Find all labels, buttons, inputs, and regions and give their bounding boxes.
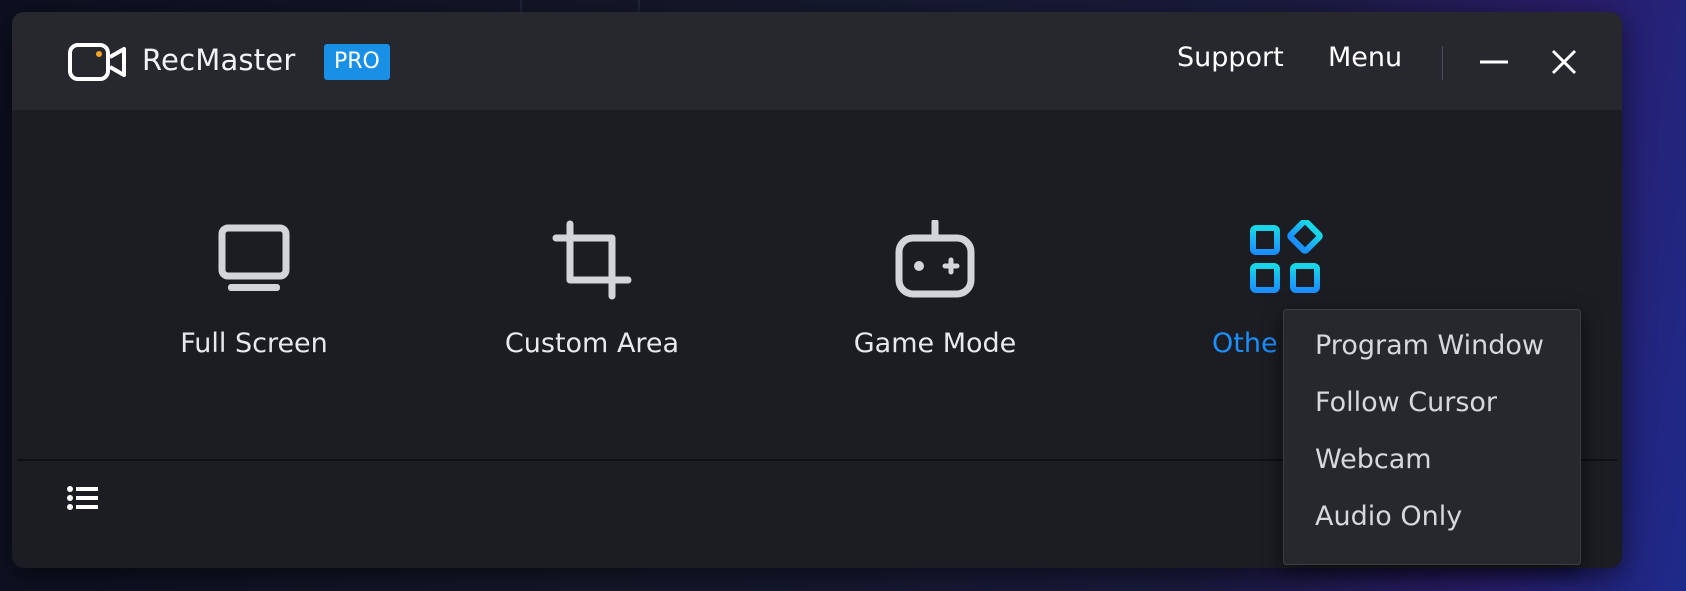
mode-label: Custom Area	[504, 328, 680, 359]
dropdown-item-follow-cursor[interactable]: Follow Cursor	[1284, 377, 1580, 434]
apps-grid-icon	[1250, 220, 1323, 293]
recording-list-button[interactable]	[66, 482, 100, 514]
app-title: RecMaster	[142, 43, 296, 77]
mode-full-screen[interactable]: Full Screen	[64, 110, 444, 470]
minimize-icon	[1480, 60, 1508, 64]
titlebar-divider	[1442, 46, 1443, 80]
support-link[interactable]: Support	[1177, 42, 1284, 73]
crop-icon	[552, 220, 632, 300]
mode-label: Game Mode	[853, 328, 1017, 359]
mode-game-mode[interactable]: Game Mode	[745, 110, 1125, 470]
gamepad-icon	[895, 220, 975, 298]
dropdown-item-program-window[interactable]: Program Window	[1284, 320, 1580, 377]
close-icon	[1551, 49, 1577, 75]
dropdown-item-webcam[interactable]: Webcam	[1284, 434, 1580, 491]
mode-custom-area[interactable]: Custom Area	[402, 110, 782, 470]
pro-badge: PRO	[324, 44, 390, 80]
mode-label: Full Screen	[180, 328, 328, 359]
minimize-button[interactable]	[1474, 42, 1514, 82]
dropdown-item-audio-only[interactable]: Audio Only	[1284, 491, 1580, 548]
other-modes-dropdown: Program Window Follow Cursor Webcam Audi…	[1283, 309, 1581, 565]
title-bar: RecMaster PRO Support Menu	[12, 12, 1622, 110]
list-icon	[67, 486, 98, 510]
monitor-icon	[218, 224, 290, 291]
menu-link[interactable]: Menu	[1328, 42, 1402, 73]
close-button[interactable]	[1544, 42, 1584, 82]
camera-logo-icon	[68, 43, 126, 81]
